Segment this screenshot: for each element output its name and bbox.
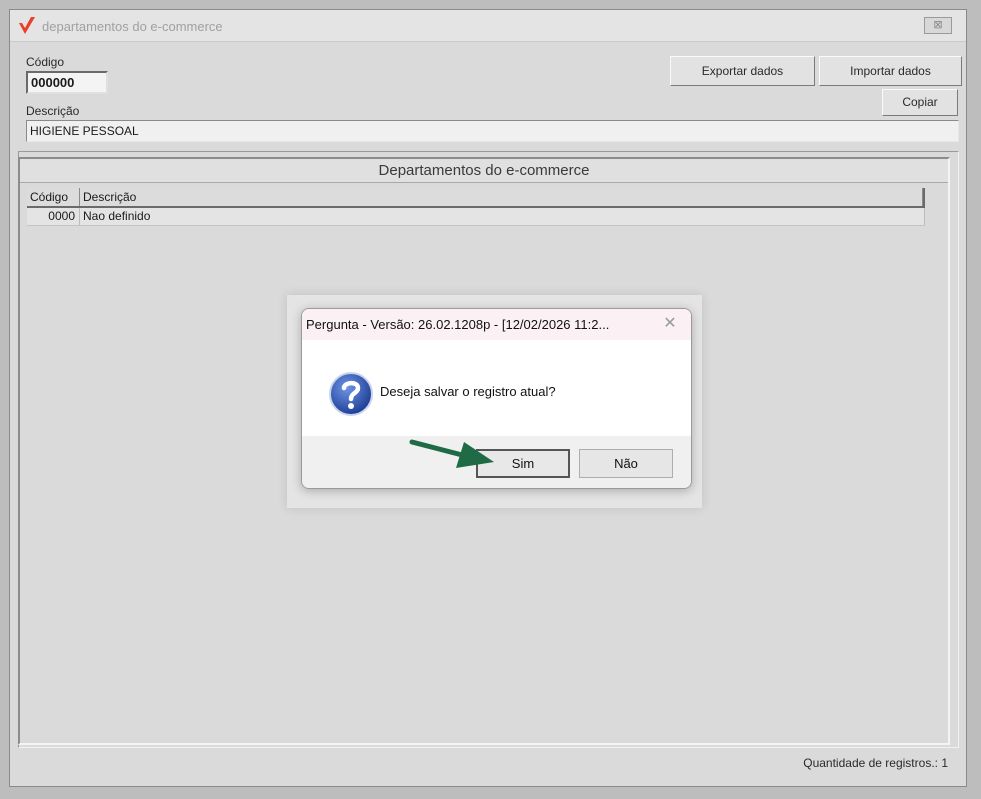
cell-codigo: 0000 (27, 208, 80, 225)
descricao-input[interactable]: HIGIENE PESSOAL (26, 120, 959, 142)
grid-header: Código Descrição (27, 188, 925, 208)
window-titlebar: departamentos do e-commerce ⊠ (10, 10, 966, 42)
exportar-dados-button[interactable]: Exportar dados (670, 56, 815, 86)
annotation-arrow-icon (409, 439, 494, 468)
copiar-button[interactable]: Copiar (882, 89, 958, 116)
record-count: Quantidade de registros.: 1 (803, 756, 948, 770)
codigo-input[interactable]: 000000 (26, 71, 108, 94)
dialog-close-icon[interactable]: ✕ (661, 315, 679, 333)
nao-button[interactable]: Não (579, 449, 673, 478)
importar-dados-button[interactable]: Importar dados (819, 56, 962, 86)
panel-title: Departamentos do e-commerce (20, 159, 948, 183)
departamentos-grid: Código Descrição 0000 Nao definido (27, 188, 925, 226)
column-header-descricao[interactable]: Descrição (80, 188, 923, 206)
codigo-label: Código (26, 55, 65, 69)
column-header-codigo[interactable]: Código (27, 188, 80, 206)
question-icon (329, 372, 373, 416)
app-logo-icon (19, 17, 35, 34)
cell-descricao: Nao definido (80, 208, 925, 225)
dialog-title: Pergunta - Versão: 26.02.1208p - [12/02/… (302, 309, 691, 340)
window-close-button[interactable]: ⊠ (924, 17, 952, 34)
table-row[interactable]: 0000 Nao definido (27, 208, 925, 226)
dialog-message: Deseja salvar o registro atual? (380, 384, 556, 399)
window-title: departamentos do e-commerce (42, 19, 223, 34)
descricao-label: Descrição (26, 104, 80, 118)
